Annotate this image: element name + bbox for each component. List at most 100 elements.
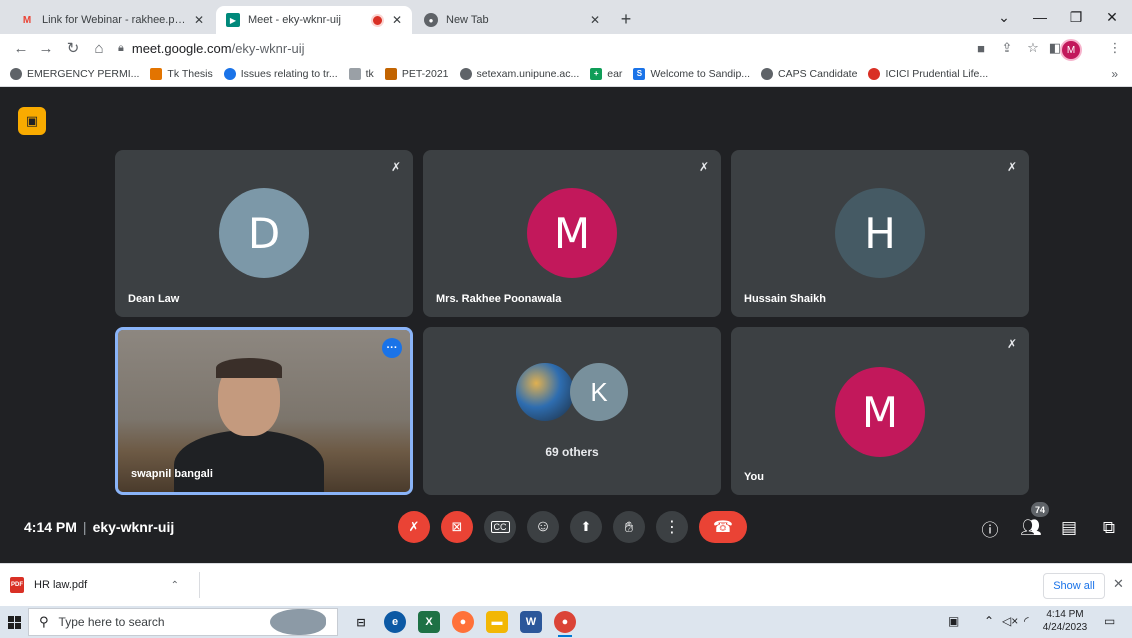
windows-start-button[interactable] bbox=[0, 606, 28, 638]
address-bar[interactable]: 🔒︎ meet.google.com/eky-wknr-uij bbox=[118, 37, 958, 59]
avatar bbox=[516, 363, 574, 421]
participant-video-tile[interactable]: ··· swapnil bangali bbox=[115, 327, 413, 495]
new-tab-button[interactable]: + bbox=[614, 8, 638, 30]
others-tile[interactable]: K 69 others bbox=[423, 327, 721, 495]
people-icon[interactable]: 👥︎ bbox=[1018, 515, 1044, 541]
home-icon[interactable]: ⌂ bbox=[88, 37, 110, 59]
activities-icon[interactable]: ⧉ bbox=[1096, 515, 1122, 541]
participant-tile[interactable]: ✗ H Hussain Shaikh bbox=[731, 150, 1029, 317]
chevron-up-icon[interactable]: ⌃ bbox=[171, 580, 179, 591]
chrome-taskbar-icon[interactable]: ● bbox=[554, 611, 576, 637]
hand-icon: ✋︎ bbox=[624, 518, 634, 536]
bookmark-item[interactable]: Tk Thesis bbox=[150, 67, 213, 80]
search-icon: ⚲ bbox=[39, 614, 49, 629]
excel-icon[interactable]: X bbox=[418, 611, 440, 633]
taskbar-widget-icon[interactable]: ▣ bbox=[948, 614, 959, 628]
pdf-file-icon: PDF bbox=[10, 577, 24, 593]
mic-off-icon: ✗ bbox=[1006, 337, 1017, 351]
avatar: K bbox=[570, 363, 628, 421]
show-all-button[interactable]: Show all bbox=[1043, 573, 1105, 599]
tab-title: New Tab bbox=[446, 14, 489, 26]
lock-icon: 🔒︎ bbox=[118, 41, 124, 54]
gmail-icon: M bbox=[22, 14, 32, 26]
close-window-icon[interactable]: ✕ bbox=[1094, 6, 1130, 28]
tray-chevron-icon[interactable]: ⌃ bbox=[984, 614, 994, 628]
bookmark-item[interactable]: setexam.unipune.ac... bbox=[459, 67, 579, 80]
close-icon[interactable]: ✕ bbox=[1113, 576, 1124, 592]
more-options-icon[interactable]: ··· bbox=[382, 338, 402, 358]
word-icon[interactable]: W bbox=[520, 611, 542, 633]
bookmark-item[interactable]: CAPS Candidate bbox=[761, 67, 857, 80]
close-tab-icon[interactable]: ✕ bbox=[194, 13, 204, 27]
meeting-code: eky-wknr-uij bbox=[92, 519, 175, 535]
bookmark-item[interactable]: S Welcome to Sandip... bbox=[633, 67, 750, 80]
mic-off-icon: ✗ bbox=[698, 160, 709, 174]
notifications-icon[interactable]: ▭ bbox=[1104, 614, 1115, 628]
network-icon[interactable]: ◜ bbox=[1024, 614, 1029, 628]
camera-toggle-button[interactable]: ⊠ bbox=[441, 511, 473, 543]
windows-logo-icon bbox=[7, 615, 21, 629]
raise-hand-button[interactable]: ✋︎ bbox=[613, 511, 645, 543]
bookmark-favicon-icon bbox=[384, 67, 397, 80]
reload-icon[interactable]: ↻ bbox=[62, 37, 84, 59]
tab-search-chevron-icon[interactable]: ⌄ bbox=[986, 6, 1022, 28]
file-explorer-icon[interactable]: ▬ bbox=[486, 611, 508, 633]
restore-icon[interactable]: ❐ bbox=[1058, 6, 1094, 28]
chat-icon[interactable]: ▤ bbox=[1056, 515, 1082, 541]
search-highlight-image bbox=[270, 609, 326, 635]
captions-icon: CC bbox=[490, 521, 510, 533]
more-bookmarks-icon[interactable]: » bbox=[1111, 67, 1118, 81]
mic-off-icon: ✗ bbox=[390, 160, 401, 174]
video-person bbox=[174, 430, 324, 492]
edge-icon[interactable]: e bbox=[384, 611, 406, 633]
volume-icon[interactable]: ◁× bbox=[1002, 614, 1018, 628]
bookmark-favicon-icon bbox=[223, 67, 236, 80]
firefox-icon[interactable]: ● bbox=[452, 611, 474, 633]
bookmark-favicon-icon bbox=[348, 67, 361, 80]
tab-meet[interactable]: ▶ Meet - eky-wknr-uij ✕ bbox=[216, 6, 412, 34]
globe-icon bbox=[10, 67, 22, 80]
tab-new-tab[interactable]: ● New Tab ✕ bbox=[414, 6, 610, 34]
clock-time: 4:14 PM bbox=[1046, 609, 1084, 620]
mic-toggle-button[interactable]: ✗ bbox=[398, 511, 430, 543]
share-icon[interactable]: ⇪ bbox=[996, 37, 1018, 59]
bookmark-item[interactable]: tk bbox=[348, 67, 374, 80]
close-tab-icon[interactable]: ✕ bbox=[392, 13, 402, 27]
back-arrow-icon[interactable]: ← bbox=[10, 37, 32, 59]
menu-kebab-icon[interactable]: ⋮ bbox=[1104, 37, 1126, 59]
present-button[interactable]: ⬆ bbox=[570, 511, 602, 543]
bookmark-star-icon[interactable]: ☆ bbox=[1022, 37, 1044, 59]
self-tile[interactable]: ✗ M You bbox=[731, 327, 1029, 495]
leave-call-button[interactable]: ☎ bbox=[699, 511, 747, 543]
meeting-details-icon[interactable]: ⓘ bbox=[977, 515, 1003, 541]
profile-avatar[interactable]: M bbox=[1060, 39, 1082, 61]
mic-off-icon: ✗ bbox=[1006, 160, 1017, 174]
bookmark-item[interactable]: + ear bbox=[590, 67, 622, 80]
download-item[interactable]: PDF HR law.pdf ⌃ bbox=[10, 572, 200, 598]
bookmark-favicon-icon bbox=[150, 67, 163, 80]
forward-arrow-icon[interactable]: → bbox=[35, 37, 57, 59]
present-screen-icon: ⬆ bbox=[580, 519, 592, 534]
bookmark-item[interactable]: ICICI Prudential Life... bbox=[868, 67, 988, 80]
camera-off-icon: ⊠ bbox=[451, 519, 463, 534]
participant-tile[interactable]: ✗ M Mrs. Rakhee Poonawala bbox=[423, 150, 721, 317]
camera-in-use-icon[interactable]: ■ bbox=[970, 37, 992, 59]
system-clock[interactable]: 4:14 PM 4/24/2023 bbox=[1040, 608, 1090, 634]
task-view-icon[interactable]: ⊟ bbox=[350, 611, 372, 633]
participant-tile[interactable]: ✗ D Dean Law bbox=[115, 150, 413, 317]
download-file-name: HR law.pdf bbox=[34, 579, 88, 591]
tab-gmail[interactable]: M Link for Webinar - rakhee.poonawala ✕ bbox=[10, 6, 214, 34]
meet-icon: ▶ bbox=[226, 13, 240, 27]
bookmark-item[interactable]: Issues relating to tr... bbox=[223, 67, 338, 80]
bookmark-item[interactable]: EMERGENCY PERMI... bbox=[10, 67, 139, 80]
emoji-icon: ☺ bbox=[534, 518, 552, 535]
close-tab-icon[interactable]: ✕ bbox=[590, 13, 600, 27]
reactions-button[interactable]: ☺ bbox=[527, 511, 559, 543]
bookmark-favicon-icon: + bbox=[590, 67, 603, 80]
more-options-button[interactable]: ⋮ bbox=[656, 511, 688, 543]
bookmark-favicon-icon: S bbox=[633, 67, 646, 80]
bookmark-item[interactable]: PET-2021 bbox=[384, 67, 449, 80]
minimize-icon[interactable]: — bbox=[1022, 6, 1058, 28]
windows-taskbar: ⚲ Type here to search ⊟ e X ● ▬ W ● ▣ ⌃ … bbox=[0, 606, 1132, 638]
captions-button[interactable]: CC bbox=[484, 511, 516, 543]
